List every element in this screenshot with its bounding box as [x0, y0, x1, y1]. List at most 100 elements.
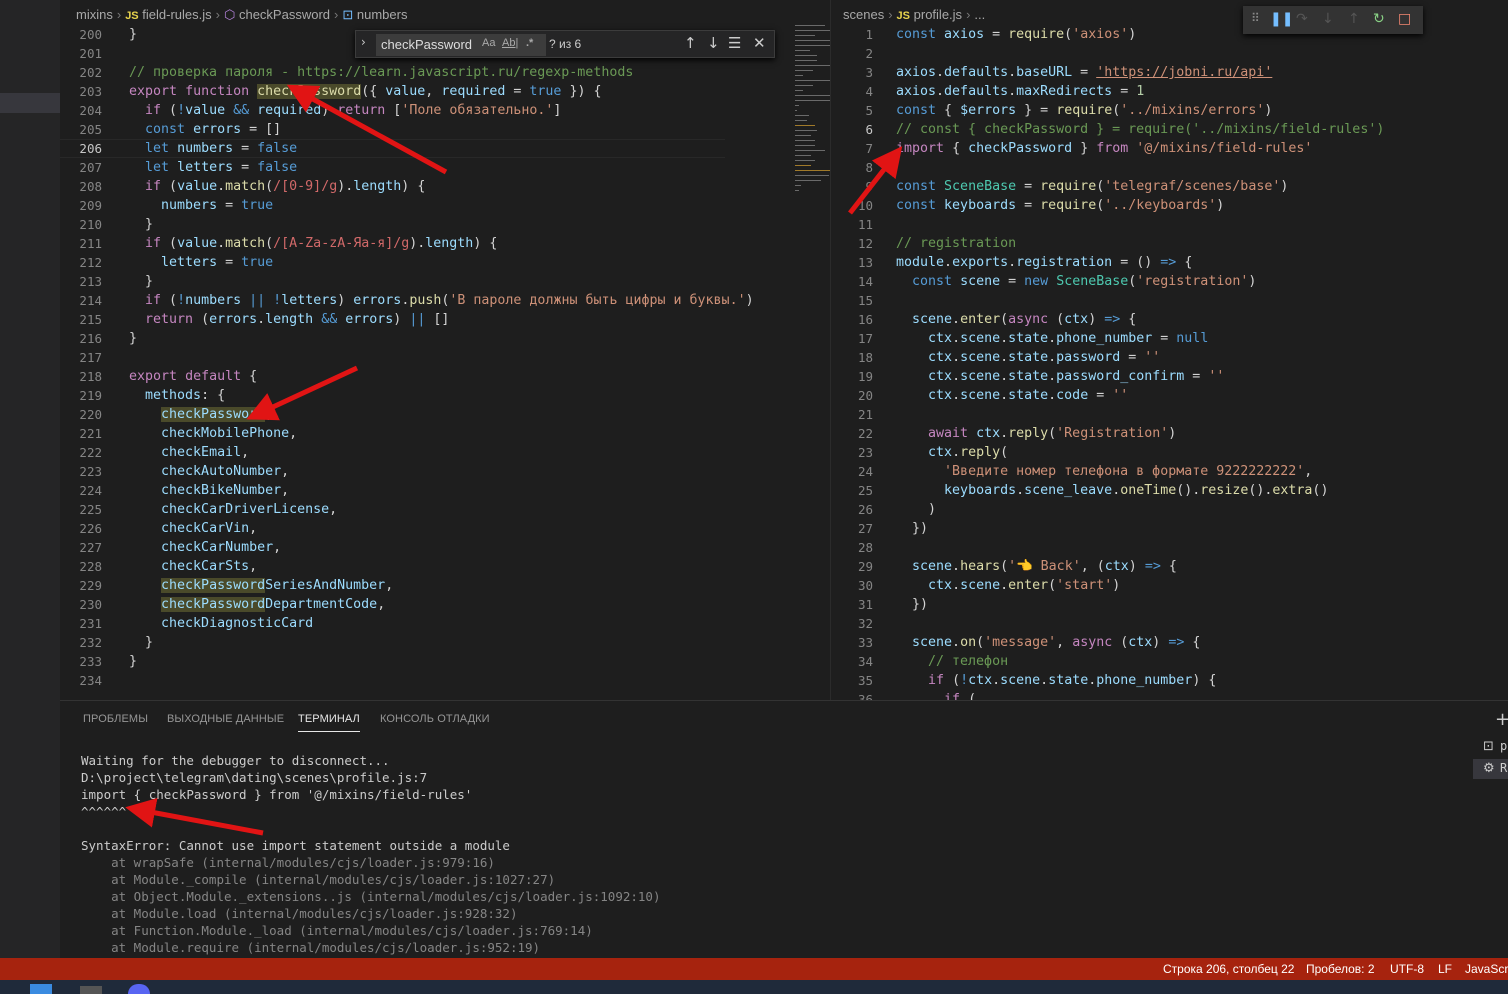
code-line[interactable]: checkCarSts, — [129, 557, 257, 576]
code-line[interactable]: } — [129, 272, 153, 291]
drag-handle-icon[interactable]: ⠿ — [1251, 11, 1260, 25]
code-line[interactable]: checkBikeNumber, — [129, 481, 289, 500]
code-line[interactable]: const { $errors } = require('../mixins/e… — [896, 101, 1272, 120]
code-line[interactable]: } — [129, 652, 137, 671]
tab-debug-console[interactable]: КОНСОЛЬ ОТЛАДКИ — [380, 713, 490, 725]
code-line[interactable]: if (value.match(/[0-9]/g).length) { — [129, 177, 425, 196]
code-line[interactable]: const SceneBase = require('telegraf/scen… — [896, 177, 1288, 196]
code-line[interactable]: checkPasswordSeriesAndNumber, — [129, 576, 393, 595]
code-line[interactable]: // const { checkPassword } = require('..… — [896, 120, 1384, 139]
breadcrumb-symbol[interactable]: checkPassword — [239, 7, 330, 22]
code-line[interactable]: if (!ctx.scene.state.phone_number) { — [896, 671, 1216, 690]
taskbar-app-icon[interactable] — [128, 984, 150, 994]
code-line[interactable]: ctx.scene.state.password = '' — [896, 348, 1160, 367]
code-line[interactable]: ) — [896, 500, 936, 519]
add-terminal-icon[interactable]: + — [1495, 709, 1508, 730]
pause-icon[interactable]: ❚❚ — [1270, 11, 1293, 27]
left-editor[interactable]: mixins › JS field-rules.js › ⬡ checkPassword… — [60, 0, 886, 700]
code-line[interactable]: }) — [896, 519, 928, 538]
cursor-position[interactable]: Строка 206, столбец 22 — [1163, 962, 1294, 976]
code-line[interactable]: const axios = require('axios') — [896, 25, 1136, 44]
code-line[interactable]: axios.defaults.baseURL = 'https://jobni.… — [896, 63, 1272, 82]
code-line[interactable]: letters = true — [129, 253, 273, 272]
code-line[interactable]: checkEmail, — [129, 443, 249, 462]
code-line[interactable]: // registration — [896, 234, 1016, 253]
code-line[interactable]: const keyboards = require('../keyboards'… — [896, 196, 1224, 215]
code-line[interactable]: export function checkPassword({ value, r… — [129, 82, 602, 101]
code-line[interactable]: methods: { — [129, 386, 225, 405]
breadcrumb-symbol-2[interactable]: numbers — [357, 7, 408, 22]
code-line[interactable]: // телефон — [896, 652, 1008, 671]
indentation[interactable]: Пробелов: 2 — [1306, 962, 1375, 976]
code-line[interactable]: module.exports.registration = () => { — [896, 253, 1192, 272]
breadcrumb-more[interactable]: ... — [974, 7, 985, 22]
stop-icon[interactable]: □ — [1398, 11, 1411, 27]
code-line[interactable]: import { checkPassword } from '@/mixins/… — [896, 139, 1312, 158]
taskbar-app-icon[interactable] — [80, 986, 102, 994]
find-input[interactable]: checkPassword — [376, 34, 546, 56]
step-into-icon[interactable]: ↓ — [1322, 11, 1334, 27]
code-line[interactable]: // проверка пароля - https://learn.javas… — [129, 63, 633, 82]
tab-problems[interactable]: ПРОБЛЕМЫ — [83, 713, 148, 725]
code-line[interactable]: ctx.scene.state.password_confirm = '' — [896, 367, 1224, 386]
code-line[interactable]: await ctx.reply('Registration') — [896, 424, 1176, 443]
code-line[interactable]: checkPasswordDepartmentCode, — [129, 595, 385, 614]
terminal-list-item[interactable]: R — [1500, 761, 1507, 775]
windows-start-icon[interactable] — [30, 984, 52, 994]
code-line[interactable]: let numbers = false — [129, 139, 297, 158]
code-line[interactable]: checkAutoNumber, — [129, 462, 289, 481]
find-widget[interactable]: › checkPassword Aa Ab| .* ? из 6 ↑ ↓ ☰ ✕ — [355, 30, 775, 58]
code-line[interactable]: } — [129, 329, 137, 348]
code-line[interactable]: export default { — [129, 367, 257, 386]
chevron-right-icon[interactable]: › — [361, 35, 366, 49]
code-line[interactable]: checkCarVin, — [129, 519, 257, 538]
code-line[interactable]: checkCarDriverLicense, — [129, 500, 337, 519]
restart-icon[interactable]: ↻ — [1373, 11, 1385, 27]
step-over-icon[interactable]: ↷ — [1296, 11, 1308, 27]
code-line[interactable]: if (!value && required) return ['Поле об… — [129, 101, 561, 120]
code-line[interactable]: ctx.scene.state.code = '' — [896, 386, 1128, 405]
arrow-up-icon[interactable]: ↑ — [684, 34, 697, 52]
match-case-toggle[interactable]: Aa — [482, 37, 495, 49]
code-line[interactable]: }) — [896, 595, 928, 614]
code-line[interactable]: scene.enter(async (ctx) => { — [896, 310, 1136, 329]
code-line[interactable]: const errors = [] — [129, 120, 281, 139]
code-line[interactable]: } — [129, 215, 153, 234]
language-mode[interactable]: JavaScri — [1465, 962, 1508, 976]
breadcrumb-folder[interactable]: scenes — [843, 7, 884, 22]
code-line[interactable]: if (!numbers || !letters) errors.push('В… — [129, 291, 754, 310]
code-line[interactable]: axios.defaults.maxRedirects = 1 — [896, 82, 1144, 101]
code-line[interactable]: 'Введите номер телефона в формате 922222… — [896, 462, 1312, 481]
code-line[interactable]: let letters = false — [129, 158, 297, 177]
code-line[interactable]: checkDiagnosticCard — [129, 614, 313, 633]
code-line[interactable]: numbers = true — [129, 196, 273, 215]
code-line[interactable]: scene.on('message', async (ctx) => { — [896, 633, 1200, 652]
code-line[interactable]: checkMobilePhone, — [129, 424, 297, 443]
code-line[interactable]: scene.hears('👈 Back', (ctx) => { — [896, 557, 1177, 576]
breadcrumb-folder[interactable]: mixins — [76, 7, 113, 22]
code-line[interactable]: ctx.scene.state.phone_number = null — [896, 329, 1208, 348]
code-line[interactable]: const scene = new SceneBase('registratio… — [896, 272, 1256, 291]
breadcrumb-file[interactable]: profile.js — [914, 7, 962, 22]
code-line[interactable]: checkPassword, — [129, 405, 273, 424]
tab-terminal[interactable]: ТЕРМИНАЛ — [298, 713, 360, 732]
code-line[interactable]: ctx.scene.enter('start') — [896, 576, 1120, 595]
terminal-list-item[interactable]: p — [1500, 739, 1507, 753]
code-line[interactable]: } — [129, 633, 153, 652]
arrow-down-icon[interactable]: ↓ — [707, 34, 720, 52]
step-out-icon[interactable]: ↑ — [1348, 11, 1360, 27]
tab-output[interactable]: ВЫХОДНЫЕ ДАННЫЕ — [167, 713, 284, 725]
find-in-selection-icon[interactable]: ☰ — [728, 34, 741, 52]
breadcrumb-file[interactable]: field-rules.js — [142, 7, 211, 22]
right-editor[interactable]: scenes › JS profile.js ›... 1 const axios = … — [830, 0, 1508, 707]
whole-word-toggle[interactable]: Ab| — [502, 37, 518, 49]
code-line[interactable]: if (value.match(/[A-Za-zА-Яа-я]/g).lengt… — [129, 234, 497, 253]
encoding[interactable]: UTF-8 — [1390, 962, 1424, 976]
code-line[interactable]: } — [129, 25, 137, 44]
code-line[interactable]: ctx.reply( — [896, 443, 1008, 462]
regex-toggle[interactable]: .* — [526, 37, 533, 49]
code-line[interactable]: checkCarNumber, — [129, 538, 281, 557]
terminal-icon[interactable]: ⊡ — [1483, 739, 1494, 754]
code-line[interactable]: keyboards.scene_leave.oneTime().resize()… — [896, 481, 1328, 500]
code-line[interactable]: return (errors.length && errors) || [] — [129, 310, 449, 329]
